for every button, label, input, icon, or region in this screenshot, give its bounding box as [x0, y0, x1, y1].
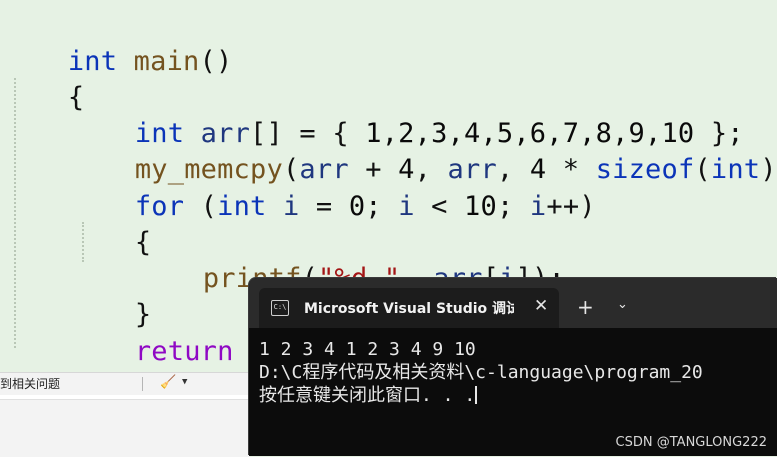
function-name: main [133, 46, 200, 77]
new-tab-button[interactable]: + [577, 295, 594, 319]
code-line-2: { [67, 82, 85, 113]
code-line-8: } [134, 299, 152, 330]
error-list-toolbar: 到相关问题 🧹 ▼ [0, 372, 250, 457]
watermark: CSDN @TANGLONG222 [615, 435, 767, 450]
code-line-4: my_memcpy(arr + 4, arr, 4 * sizeof(int))… [134, 154, 777, 185]
toolbar-separator [142, 377, 143, 391]
output-line-3: 按任意键关闭此窗口. . . [259, 385, 478, 406]
broom-icon[interactable]: 🧹 [160, 375, 176, 390]
close-icon[interactable]: ✕ [534, 296, 548, 316]
code-line-7: printf("%d ", arr[i]); [137, 225, 565, 294]
code-line-1: int main() [67, 46, 233, 77]
code-line-3: int arr[] = { 1,2,3,4,5,6,7,8,9,10 }; [134, 118, 744, 149]
output-line-2: D:\C程序代码及相关资料\c-language\program_20 [259, 362, 703, 383]
output-line-1: 1 2 3 4 1 2 3 4 9 10 [259, 339, 476, 360]
code-line-10: } [2, 334, 84, 403]
toolbar-divider [0, 395, 250, 400]
terminal-tab[interactable]: C:\ Microsoft Visual Studio 调试控制台 ✕ [259, 288, 559, 328]
terminal-window[interactable]: C:\ Microsoft Visual Studio 调试控制台 ✕ + ⌄ … [249, 278, 777, 456]
console-icon: C:\ [271, 300, 289, 316]
chevron-down-icon[interactable]: ⌄ [617, 297, 628, 312]
related-issues-label[interactable]: 到相关问题 [0, 375, 60, 392]
text-cursor [475, 386, 478, 404]
tab-title: Microsoft Visual Studio 调试控制台 [304, 301, 514, 317]
code-line-5: for (int i = 0; i < 10; i++) [134, 191, 596, 222]
terminal-tab-bar: C:\ Microsoft Visual Studio 调试控制台 ✕ + ⌄ [249, 278, 777, 328]
code-line-6: { [134, 227, 152, 258]
chevron-down-icon[interactable]: ▼ [182, 377, 187, 387]
